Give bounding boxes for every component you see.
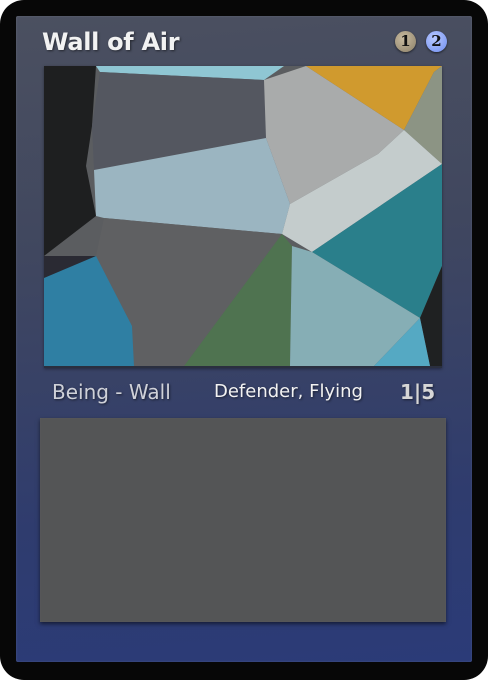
- mana-blue-icon: 2: [426, 31, 447, 52]
- card-type-line: Being - Wall: [52, 380, 171, 404]
- card-rules-text-box: [40, 418, 446, 622]
- card-name: Wall of Air: [42, 28, 180, 56]
- card-art: [44, 66, 442, 368]
- mana-generic-icon: 1: [395, 31, 416, 52]
- card-power-toughness: 1|5: [400, 380, 436, 404]
- card-keywords: Defender, Flying: [214, 381, 363, 402]
